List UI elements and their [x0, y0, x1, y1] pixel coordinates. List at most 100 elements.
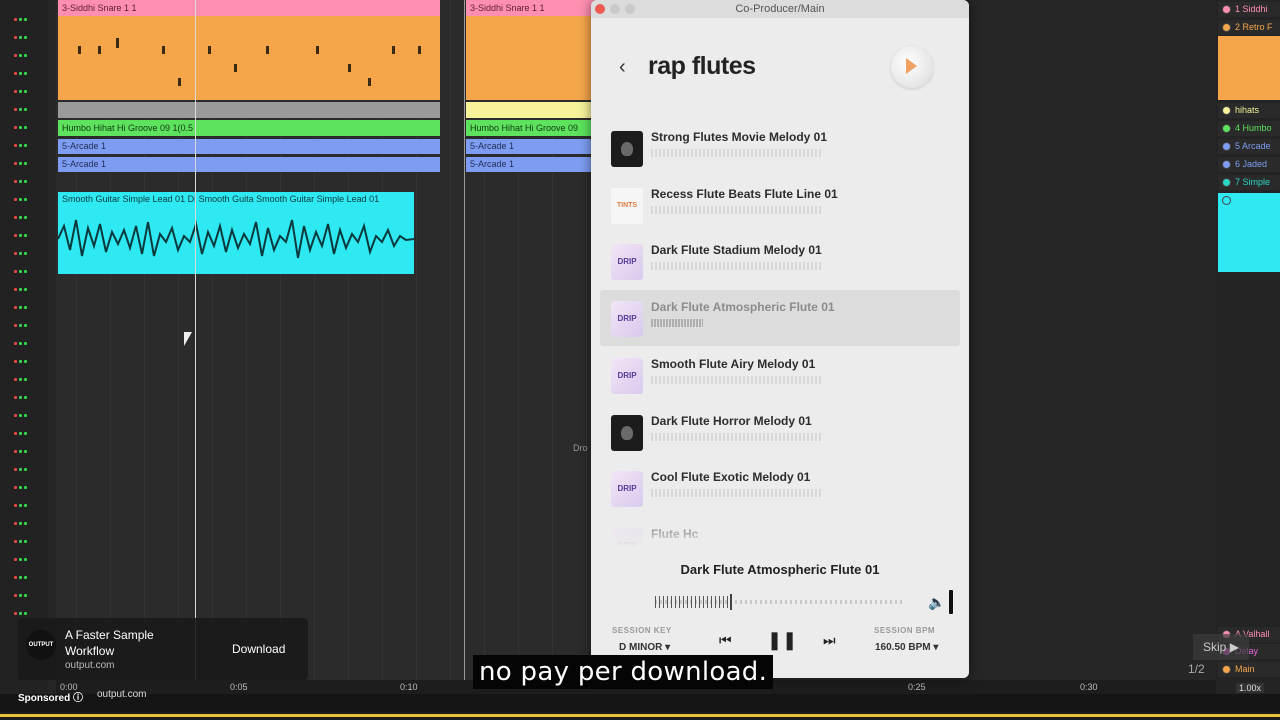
- result-name: Cool Flute Exotic Melody 01: [651, 470, 811, 485]
- result-row[interactable]: Dark Flute Horror Melody 01: [600, 404, 960, 460]
- result-name: Smooth Flute Airy Melody 01: [651, 356, 816, 371]
- pause-icon[interactable]: ❚❚: [767, 630, 797, 651]
- meter-dots: [14, 170, 36, 183]
- result-row[interactable]: DRIP Smooth Flute Airy Melody 01: [600, 347, 960, 403]
- meter-dots: [14, 8, 36, 21]
- track-header[interactable]: 6 Jaded: [1218, 157, 1280, 172]
- zoom-window-button[interactable]: [625, 4, 635, 14]
- meter-dots: [14, 566, 36, 579]
- playback-speed[interactable]: 1.00x: [1236, 683, 1265, 693]
- track-fold-icon[interactable]: [1222, 5, 1231, 14]
- result-waveform: [651, 432, 821, 441]
- progress-knob[interactable]: [730, 594, 732, 610]
- snare-clip-header: 3-Siddhi Snare 1 1: [58, 0, 440, 16]
- play-icon: [906, 58, 917, 74]
- sponsored-ad-card[interactable]: OUTPUT A Faster Sample Workflow output.c…: [18, 618, 308, 680]
- result-waveform: [651, 319, 703, 328]
- skip-ad-button[interactable]: Skip ▶: [1193, 634, 1249, 660]
- snare-clip-copy-header: 3-Siddhi Snare 1 1: [466, 0, 596, 16]
- meter-dots: [14, 458, 36, 471]
- volume-icon[interactable]: 🔈: [928, 594, 945, 611]
- meter-dots: [14, 116, 36, 129]
- track-fold-icon[interactable]: [1222, 196, 1231, 205]
- track-fold-icon[interactable]: [1222, 178, 1231, 187]
- result-row[interactable]: DRIP Dark Flute Atmospheric Flute 01: [600, 290, 960, 347]
- sponsored-domain: output.com: [97, 689, 147, 700]
- track-header[interactable]: 7 Simple: [1218, 175, 1280, 190]
- session-bpm-dropdown[interactable]: 160.50 BPM ▾: [875, 642, 938, 653]
- guitar-clip[interactable]: Smooth Guitar Simple Lead 01 Di Smooth G…: [58, 192, 414, 274]
- playhead[interactable]: [195, 0, 196, 680]
- arcade-clip-1-copy[interactable]: 5-Arcade 1: [466, 139, 596, 154]
- track-header[interactable]: 1 Siddhi: [1218, 2, 1280, 17]
- arcade-clip-2-copy[interactable]: 5-Arcade 1: [466, 157, 596, 172]
- hihat-clip-copy[interactable]: Humbo Hihat Hi Groove 09: [466, 120, 596, 136]
- session-key-label: SESSION KEY: [612, 626, 672, 635]
- empty-clip-yellow[interactable]: [466, 102, 596, 118]
- ad-title[interactable]: A Faster Sample Workflow: [65, 627, 185, 659]
- drop-hint-text: Dro: [573, 443, 588, 453]
- volume-slider[interactable]: [949, 590, 953, 614]
- meter-dots: [14, 494, 36, 507]
- meter-dots: [14, 62, 36, 75]
- result-thumbnail: DRIP: [611, 471, 643, 508]
- video-progress-bar[interactable]: [0, 712, 1280, 720]
- arrangement-grid[interactable]: 3-Siddhi Snare 1 1 3-Siddhi Snare 1 1 Hu…: [56, 0, 596, 680]
- track-fold-icon[interactable]: [1222, 124, 1231, 133]
- meter-dots: [14, 332, 36, 345]
- arcade-clip-1[interactable]: 5-Arcade 1: [58, 139, 440, 154]
- track-name: 8 Smooth: [1235, 195, 1274, 205]
- session-key-dropdown[interactable]: D MINOR ▾: [619, 642, 670, 653]
- next-track-icon[interactable]: ⏭: [823, 632, 836, 649]
- hihat-clip[interactable]: Humbo Hihat Hi Groove 09 1(0.5: [58, 120, 440, 136]
- skip-label: Skip: [1203, 640, 1227, 654]
- result-thumbnail: DRIP: [611, 301, 643, 338]
- meter-dots: [14, 530, 36, 543]
- now-playing-title: Dark Flute Atmospheric Flute 01: [680, 562, 880, 577]
- result-row[interactable]: Strong Flutes Movie Melody 01: [600, 120, 960, 176]
- track-header[interactable]: Main: [1218, 662, 1280, 677]
- play-orb-button[interactable]: [891, 46, 933, 88]
- track-fold-icon[interactable]: [1222, 665, 1231, 674]
- arcade-clip-2[interactable]: 5-Arcade 1: [58, 157, 440, 172]
- result-thumbnail: TINTS: [611, 187, 643, 224]
- ad-logo: OUTPUT: [26, 630, 56, 660]
- playback-waveform-progress[interactable]: [655, 594, 905, 610]
- snare-clip-copy[interactable]: 3-Siddhi Snare 1 1: [466, 0, 596, 100]
- meter-dots: [14, 206, 36, 219]
- empty-clip-grey[interactable]: [58, 102, 440, 118]
- meter-dots: [14, 386, 36, 399]
- meter-dots: [14, 584, 36, 597]
- guitar-clip-header: Smooth Guitar Simple Lead 01 Di Smooth G…: [62, 194, 380, 204]
- meter-dots: [14, 602, 36, 615]
- track-header[interactable]: hihats: [1218, 103, 1280, 118]
- track-header[interactable]: 8 Smooth: [1218, 193, 1280, 208]
- meter-dots: [14, 314, 36, 327]
- meter-dots: [14, 422, 36, 435]
- ad-page-count: 1/2: [1188, 662, 1205, 676]
- snare-clip[interactable]: 3-Siddhi Snare 1 1: [58, 0, 440, 100]
- track-header[interactable]: 5 Arcade: [1218, 139, 1280, 154]
- back-chevron-icon[interactable]: ‹: [619, 57, 633, 77]
- track-header[interactable]: 2 Retro F: [1218, 20, 1280, 35]
- track-fold-icon[interactable]: [1222, 160, 1231, 169]
- track-fold-icon[interactable]: [1222, 23, 1231, 32]
- track-fold-icon[interactable]: [1222, 106, 1231, 115]
- ruler-tick: 0:10: [400, 682, 418, 692]
- result-row[interactable]: DRIP Dark Flute Stadium Melody 01: [600, 233, 960, 289]
- track-fold-icon[interactable]: [1222, 142, 1231, 151]
- meter-dots: [14, 476, 36, 489]
- previous-track-icon[interactable]: ⏮: [719, 632, 732, 649]
- ad-download-button[interactable]: Download: [232, 642, 285, 656]
- meter-dots: [14, 548, 36, 561]
- close-window-button[interactable]: [595, 4, 605, 14]
- result-thumbnail: DRIP: [611, 244, 643, 281]
- ad-domain: output.com: [65, 660, 115, 671]
- result-row[interactable]: TINTS Recess Flute Beats Flute Line 01: [600, 177, 960, 233]
- progress-fill: [655, 596, 730, 608]
- meter-dots: [14, 260, 36, 273]
- minimize-window-button[interactable]: [610, 4, 620, 14]
- skip-arrow-icon: ▶: [1229, 640, 1239, 654]
- sponsored-label[interactable]: Sponsored ⓘ: [18, 689, 83, 704]
- track-header[interactable]: 4 Humbo: [1218, 121, 1280, 136]
